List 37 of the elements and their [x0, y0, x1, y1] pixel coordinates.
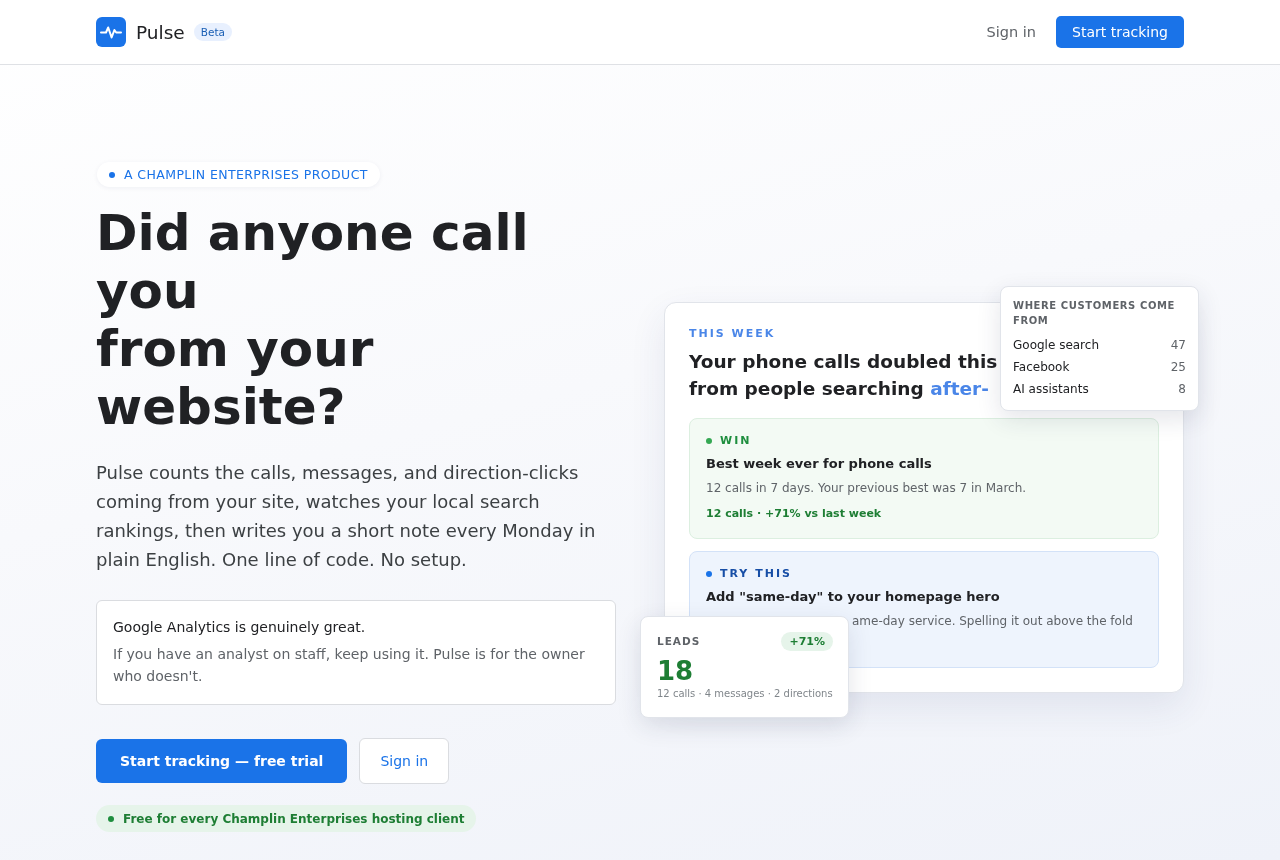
card-heading: Your phone calls doubled this from people searching after- [689, 349, 998, 401]
leads-count: 18 [657, 655, 694, 686]
hero-heading: Did anyone call you from your website? [96, 204, 530, 436]
insight-label: TRY THIS [720, 566, 792, 581]
sign-in-button[interactable]: Sign in [359, 738, 450, 784]
dot-icon [706, 437, 712, 444]
start-trial-button[interactable]: Start tracking — free trial [96, 739, 348, 783]
leads-label: LEADS [657, 635, 701, 647]
hero-description: Pulse counts the calls, messages, and direction-clicks coming from your site, watches your local search rankings, then writes you a short note every Monday in plain English. One line of code. No setup. [96, 461, 597, 572]
sources-title: WHERE CUSTOMERS COME FROM [1013, 298, 1176, 328]
card-eyebrow: THIS WEEK [689, 326, 776, 340]
note-title: Google Analytics is genuinely great. [113, 618, 366, 637]
leads-breakdown: 12 calls · 4 messages · 2 directions [657, 686, 833, 701]
perk-label: Free for every Champlin Enterprises hosting client [123, 811, 465, 826]
source-count: 25 [1170, 358, 1186, 376]
source-name: AI assistants [1013, 380, 1089, 398]
start-tracking-button[interactable]: Start tracking [1056, 16, 1184, 48]
insight-label: WIN [720, 433, 752, 448]
eyebrow-label: A CHAMPLIN ENTERPRISES PRODUCT [124, 167, 368, 182]
source-count: 47 [1170, 336, 1186, 354]
source-name: Google search [1013, 336, 1099, 354]
insight-title: Add "same-day" to your homepage hero [706, 587, 1000, 606]
insight-body: 12 calls in 7 days. Your previous best was 7 in March. [706, 479, 1027, 497]
source-count: 8 [1178, 380, 1186, 398]
dot-icon [108, 815, 114, 822]
brand-name: Pulse [136, 21, 185, 43]
source-name: Facebook [1013, 358, 1070, 376]
note-body: If you have an analyst on staff, keep using it. Pulse is for the owner who doesn't. [113, 645, 586, 686]
insight-stat: 12 calls · +71% vs last week [706, 505, 882, 522]
insight-title: Best week ever for phone calls [706, 454, 932, 473]
sign-in-link[interactable]: Sign in [986, 24, 1037, 40]
insight-body: ame-day service. Spelling it out above the fold [852, 612, 1133, 630]
beta-badge: Beta [193, 23, 232, 41]
change-badge: +71% [781, 631, 833, 651]
dot-icon [706, 570, 712, 577]
dot-icon [109, 171, 115, 178]
pulse-logo-icon [96, 17, 126, 47]
